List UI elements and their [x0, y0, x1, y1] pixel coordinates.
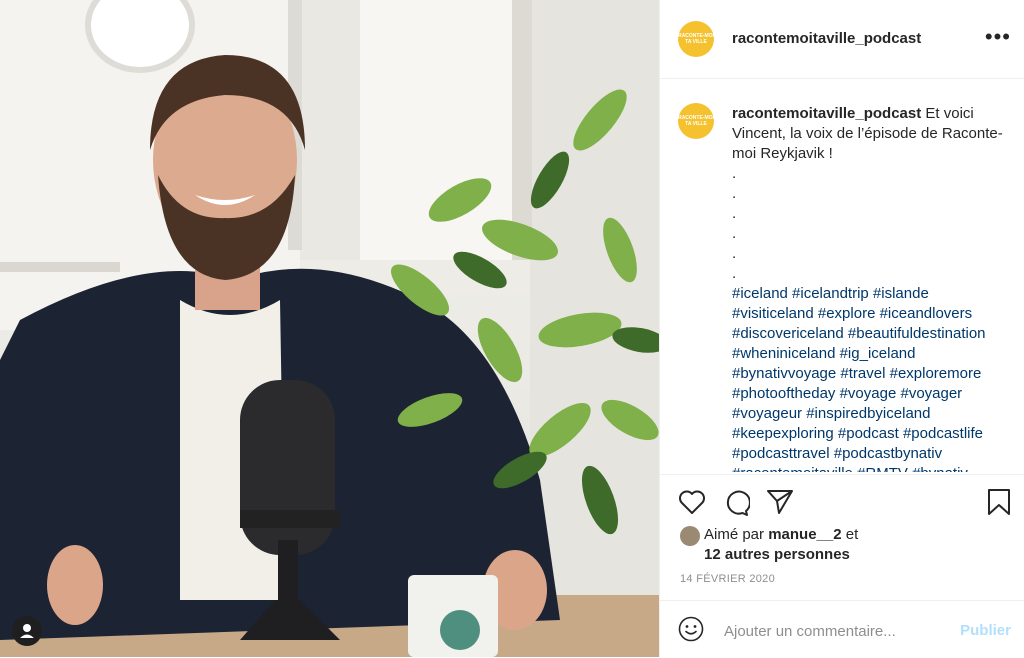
hashtag-line[interactable]: #iceland #icelandtrip #islande: [732, 284, 1012, 304]
avatar-text: RACONTE-MOI TA VILLE: [678, 33, 714, 45]
paper-plane-icon[interactable]: [766, 489, 794, 515]
comment-icon[interactable]: [722, 489, 750, 517]
caption-dot: .: [732, 165, 737, 182]
hashtag-line[interactable]: #visiticeland #explore #iceandlovers: [732, 304, 1012, 324]
caption-dot: .: [732, 205, 737, 222]
caption-avatar-text: RACONTE-MOI TA VILLE: [678, 115, 714, 127]
caption-avatar[interactable]: RACONTE-MOI TA VILLE: [678, 103, 714, 139]
more-options-icon[interactable]: •••: [985, 26, 1011, 48]
action-bar: [660, 474, 1024, 527]
hashtag-line[interactable]: #voyageur #inspiredbyiceland: [732, 404, 1012, 424]
header-username[interactable]: racontemoitaville_podcast: [732, 30, 921, 47]
caption-dot: .: [732, 185, 737, 202]
likes-prefix: Aimé par: [704, 526, 765, 543]
likes-line: Aimé par manue__2 et: [704, 524, 858, 545]
post-caption: racontemoitaville_podcast Et voici Vince…: [732, 104, 1012, 472]
caption-username[interactable]: racontemoitaville_podcast: [732, 105, 921, 122]
add-comment-bar: Publier: [660, 600, 1024, 658]
caption-dot: .: [732, 265, 737, 282]
heart-icon[interactable]: [678, 489, 706, 515]
user-tag-icon[interactable]: [12, 616, 42, 646]
likes-and: et: [845, 526, 859, 543]
comments-scroll-area[interactable]: RACONTE-MOI TA VILLE racontemoitaville_p…: [660, 79, 1024, 472]
comment-input[interactable]: [722, 619, 946, 643]
post-photo-illustration: [0, 0, 659, 657]
post-date[interactable]: 14 FÉVRIER 2020: [680, 573, 775, 585]
post-photo[interactable]: [0, 0, 659, 657]
caption-dot: .: [732, 245, 737, 262]
likes-user[interactable]: manue__2: [768, 526, 841, 543]
smiley-icon[interactable]: [678, 616, 704, 642]
caption-dot: .: [732, 225, 737, 242]
hashtag-line[interactable]: #bynativvoyage #travel #exploremore: [732, 364, 1012, 384]
publish-button[interactable]: Publier: [960, 622, 1011, 639]
post-side-panel: RACONTE-MOI TA VILLE racontemoitaville_p…: [659, 0, 1024, 657]
hashtag-line[interactable]: #podcasttravel #podcastbynativ: [732, 444, 1012, 464]
avatar[interactable]: RACONTE-MOI TA VILLE: [678, 21, 714, 57]
hashtag-line[interactable]: #racontemoitaville #RMTV #bynativ: [732, 464, 1012, 472]
bookmark-icon[interactable]: [987, 488, 1011, 516]
liker-avatar[interactable]: [680, 526, 700, 546]
post-header: RACONTE-MOI TA VILLE racontemoitaville_p…: [660, 0, 1024, 79]
hashtag-line[interactable]: #photooftheday #voyage #voyager: [732, 384, 1012, 404]
likes-others[interactable]: 12 autres personnes: [704, 544, 850, 565]
hashtag-line[interactable]: #discovericeland #beautifuldestination: [732, 324, 1012, 344]
hashtag-line[interactable]: #wheniniceland #ig_iceland: [732, 344, 1012, 364]
hashtag-line[interactable]: #keepexploring #podcast #podcastlife: [732, 424, 1012, 444]
